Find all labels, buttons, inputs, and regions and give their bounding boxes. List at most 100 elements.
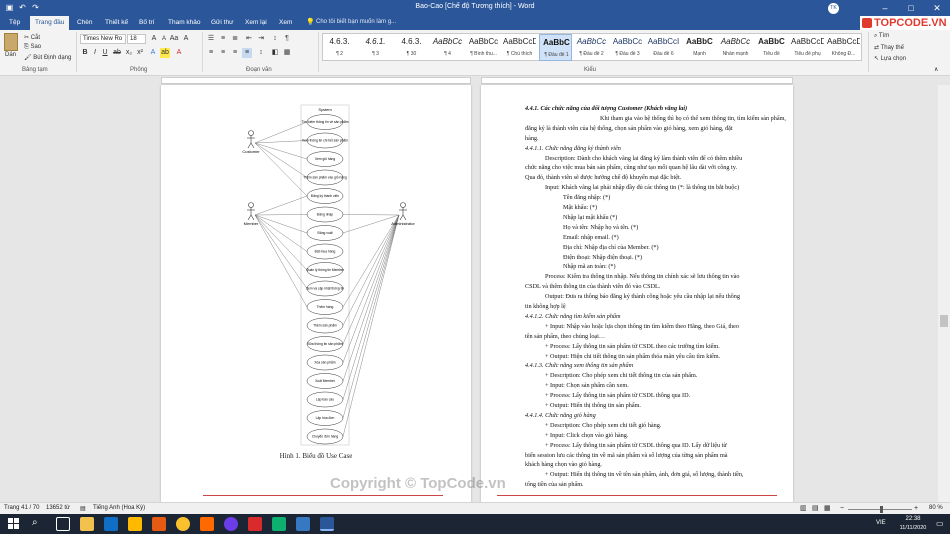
bullets-icon[interactable]: ☰ bbox=[206, 34, 216, 44]
read-mode-icon[interactable]: ▥ bbox=[800, 504, 807, 512]
select-button[interactable]: ↖ Lựa chọn bbox=[874, 55, 906, 62]
store-icon[interactable] bbox=[128, 517, 142, 531]
tab-mailings[interactable]: Gửi thư bbox=[206, 16, 238, 30]
maximize-button[interactable]: □ bbox=[898, 0, 924, 16]
sort-icon[interactable]: ↕ bbox=[270, 34, 280, 44]
style-item[interactable]: AaBbCc ¶ Đầu đề 3 bbox=[611, 34, 644, 61]
photos-icon[interactable] bbox=[248, 517, 262, 531]
style-item[interactable]: AaBbCcD Tiêu đề phụ bbox=[791, 34, 824, 61]
strikethrough-icon[interactable]: ab bbox=[112, 48, 122, 58]
windows-start-icon[interactable] bbox=[8, 518, 20, 530]
font-name-select[interactable]: Times New Ro bbox=[80, 34, 126, 44]
tab-home[interactable]: Trang đầu bbox=[30, 16, 70, 30]
align-left-icon[interactable]: ≡ bbox=[206, 48, 216, 58]
print-layout-icon[interactable]: ▤ bbox=[812, 504, 819, 512]
multilevel-icon[interactable]: ≣ bbox=[230, 34, 240, 44]
borders-icon[interactable]: ▦ bbox=[282, 48, 292, 58]
shading-icon[interactable]: ◧ bbox=[270, 48, 280, 58]
grow-font-icon[interactable]: A bbox=[149, 34, 159, 44]
subscript-icon[interactable]: x₂ bbox=[124, 48, 134, 58]
zoom-out-icon[interactable]: − bbox=[840, 505, 844, 512]
show-marks-icon[interactable]: ¶ bbox=[282, 34, 292, 44]
proofing-icon[interactable]: ▤ bbox=[80, 505, 86, 512]
chrome-icon[interactable] bbox=[176, 517, 190, 531]
file-explorer-icon[interactable] bbox=[80, 517, 94, 531]
use-case-label: Xem giỏ hàng bbox=[315, 157, 336, 161]
format-painter-button[interactable]: 🖌 Bút Định dạng bbox=[24, 54, 71, 61]
style-item[interactable]: AaBbC Tiêu đề bbox=[755, 34, 788, 61]
zoom-slider-thumb[interactable] bbox=[880, 506, 883, 513]
firefox-icon[interactable] bbox=[152, 517, 166, 531]
coccoc-icon[interactable] bbox=[272, 517, 286, 531]
find-button[interactable]: ⌕ Tìm bbox=[874, 33, 889, 40]
replace-button[interactable]: ⇄ Thay thế bbox=[874, 44, 904, 51]
zoom-level[interactable]: 80 % bbox=[929, 505, 943, 511]
tell-me-box[interactable]: Cho tôi biết bạn muốn làm g... bbox=[316, 19, 396, 25]
highlight-icon[interactable]: ab bbox=[160, 48, 170, 58]
clear-format-icon[interactable]: A bbox=[181, 34, 191, 44]
bold-icon[interactable]: B bbox=[80, 48, 90, 58]
search-icon[interactable]: ⌕ bbox=[32, 517, 38, 528]
justify-icon[interactable]: ≡ bbox=[242, 48, 252, 58]
shrink-font-icon[interactable]: A bbox=[159, 34, 169, 44]
zoom-in-icon[interactable]: + bbox=[914, 505, 918, 512]
superscript-icon[interactable]: x² bbox=[135, 48, 145, 58]
cut-button[interactable]: ✂ Cắt bbox=[24, 34, 40, 41]
tab-references[interactable]: Tham khảo bbox=[163, 16, 206, 30]
notification-icon[interactable]: ▭ bbox=[936, 519, 944, 528]
change-case-icon[interactable]: Aa bbox=[169, 34, 179, 44]
paragraph-line: + Process: Lấy thông tin sản phẩm từ CSD… bbox=[545, 441, 727, 449]
font-size-select[interactable]: 18 bbox=[127, 34, 146, 44]
style-item[interactable]: AaBbCc ¶ Bình thu... bbox=[467, 34, 500, 61]
page-count[interactable]: Trang 41 / 70 bbox=[4, 505, 39, 511]
tab-design[interactable]: Thiết kế bbox=[100, 16, 133, 30]
style-item[interactable]: AaBbCc Nhấn mạnh bbox=[719, 34, 752, 61]
tab-review[interactable]: Xem lại bbox=[240, 16, 272, 30]
vertical-scrollbar[interactable] bbox=[938, 85, 950, 502]
style-item[interactable]: AaBbC ¶ Đầu đề 1 bbox=[539, 34, 572, 61]
style-item[interactable]: AaBbCcDc Không Đ... bbox=[827, 34, 860, 61]
user-avatar[interactable]: TK bbox=[828, 3, 839, 14]
increase-indent-icon[interactable]: ⇥ bbox=[256, 34, 266, 44]
style-item[interactable]: AaBbCcD ¶ Chú thích bbox=[503, 34, 536, 61]
decrease-indent-icon[interactable]: ⇤ bbox=[244, 34, 254, 44]
style-item[interactable]: 4.6.3. ¶ 30 bbox=[395, 34, 428, 61]
clock-date[interactable]: 11/11/2020 bbox=[896, 525, 930, 531]
style-item[interactable]: 4.6.3. ¶ 2 bbox=[323, 34, 356, 61]
paste-icon[interactable] bbox=[4, 33, 18, 51]
word-count[interactable]: 13652 từ bbox=[46, 505, 70, 511]
close-button[interactable]: ✕ bbox=[924, 0, 950, 16]
underline-icon[interactable]: U bbox=[100, 48, 110, 58]
word-icon[interactable] bbox=[320, 517, 334, 531]
tab-insert[interactable]: Chèn bbox=[72, 16, 98, 30]
text-effects-icon[interactable]: A bbox=[148, 48, 158, 58]
web-layout-icon[interactable]: ▦ bbox=[824, 504, 831, 512]
tab-view[interactable]: Xem bbox=[274, 16, 297, 30]
zalo-icon[interactable] bbox=[296, 517, 310, 531]
paste-button[interactable]: Dán bbox=[5, 52, 16, 58]
style-item[interactable]: AaBbCcI Đầu đề 6 bbox=[647, 34, 680, 61]
edge-icon[interactable] bbox=[104, 517, 118, 531]
numbering-icon[interactable]: ≡ bbox=[218, 34, 228, 44]
input-language[interactable]: VIE bbox=[876, 520, 886, 526]
collapse-ribbon-icon[interactable]: ∧ bbox=[934, 66, 938, 73]
task-view-icon[interactable] bbox=[56, 517, 70, 531]
minimize-button[interactable]: – bbox=[872, 0, 898, 16]
italic-icon[interactable]: I bbox=[90, 48, 100, 58]
tab-file[interactable]: Tệp bbox=[4, 16, 25, 30]
font-color-icon[interactable]: A bbox=[174, 48, 184, 58]
messenger-icon[interactable] bbox=[224, 517, 238, 531]
align-right-icon[interactable]: ≡ bbox=[230, 48, 240, 58]
language[interactable]: Tiếng Anh (Hoa Kỳ) bbox=[93, 505, 145, 511]
style-item[interactable]: AaBbCc ¶ 4 bbox=[431, 34, 464, 61]
clock-time[interactable]: 22:38 bbox=[896, 516, 930, 522]
line-spacing-icon[interactable]: ↕ bbox=[256, 48, 266, 58]
style-item[interactable]: AaBbCc ¶ Đầu đề 2 bbox=[575, 34, 608, 61]
scroll-thumb[interactable] bbox=[940, 315, 948, 327]
align-center-icon[interactable]: ≡ bbox=[218, 48, 228, 58]
style-item[interactable]: AaBbC Mạnh bbox=[683, 34, 716, 61]
style-item[interactable]: 4.6.1. ¶ 3 bbox=[359, 34, 392, 61]
copy-button[interactable]: ⎘ Sao bbox=[24, 44, 41, 51]
sublime-icon[interactable] bbox=[200, 517, 214, 531]
tab-layout[interactable]: Bố trí bbox=[134, 16, 160, 30]
